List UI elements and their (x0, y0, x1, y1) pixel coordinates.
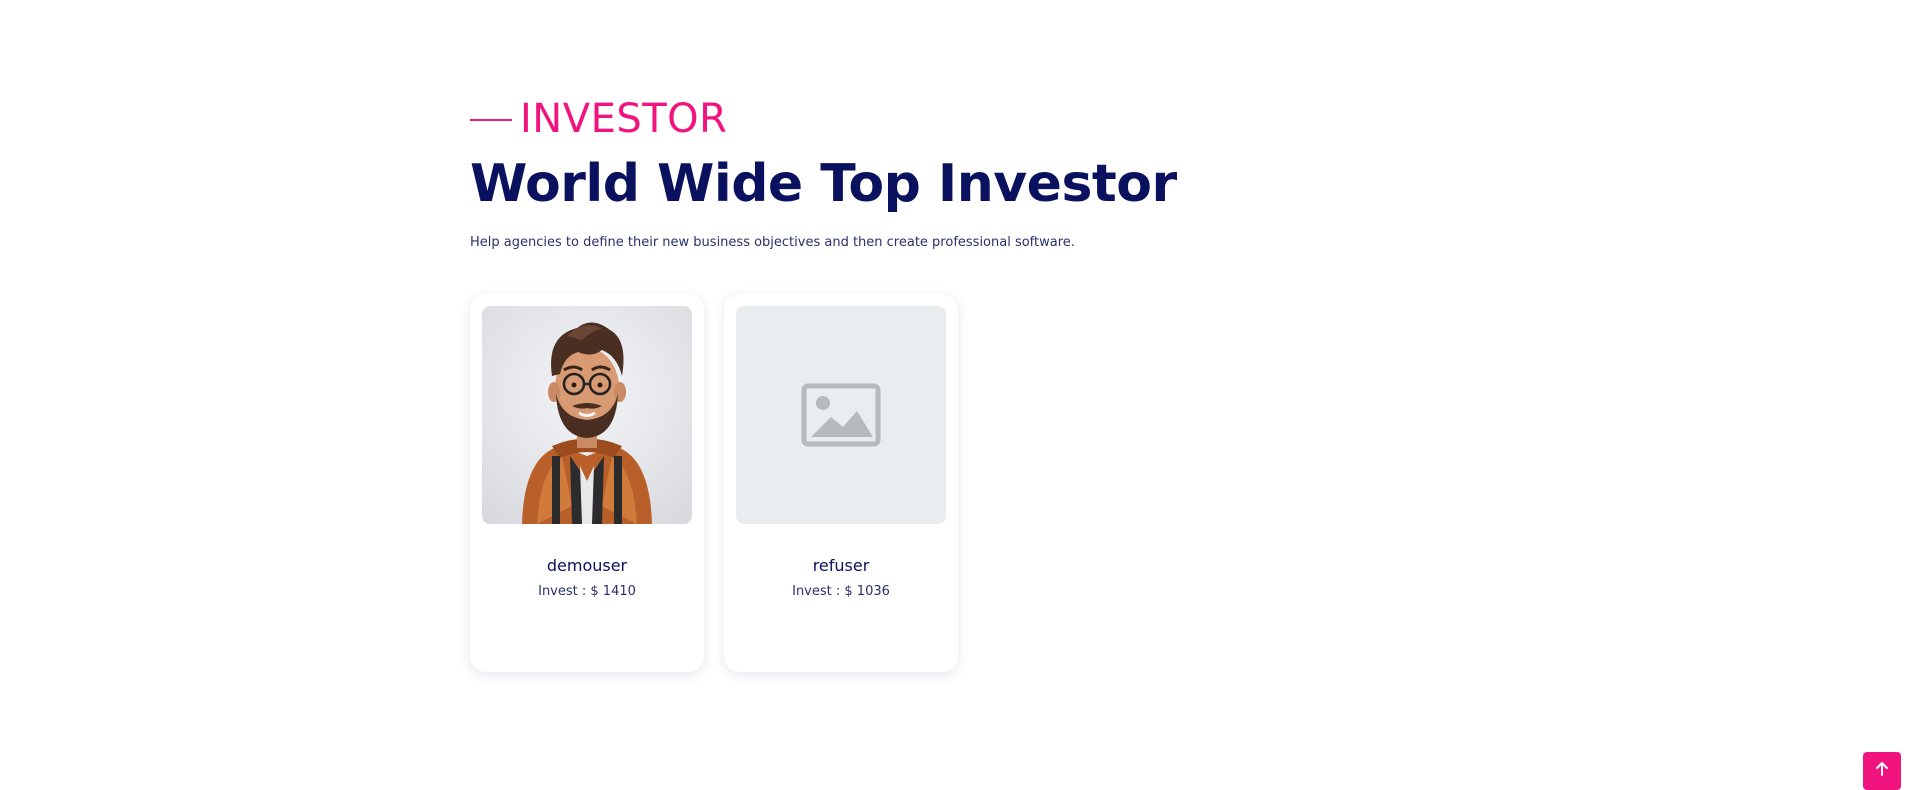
image-placeholder-icon (801, 383, 881, 447)
investor-image-placeholder (736, 306, 946, 524)
section-heading: World Wide Top Investor (470, 154, 1177, 214)
investor-avatar (482, 306, 692, 524)
investor-name[interactable]: demouser (470, 556, 704, 575)
investor-amount: Invest : $ 1410 (538, 584, 636, 599)
section-subtitle: Help agencies to define their new busine… (470, 235, 1075, 250)
eyebrow-line (470, 119, 512, 121)
investor-card[interactable]: refuser Invest : $ 1036 (724, 294, 958, 672)
scroll-to-top-button[interactable] (1863, 752, 1901, 790)
investor-amount: Invest : $ 1036 (792, 584, 890, 599)
section-eyebrow: INVESTOR (470, 95, 1470, 143)
avatar-illustration (522, 322, 652, 524)
investor-cards: demouser Invest : $ 1410 refuser Invest … (470, 294, 958, 672)
eyebrow-label: INVESTOR (520, 96, 728, 142)
investor-section: INVESTOR World Wide Top Investor Help ag… (470, 95, 1470, 250)
investor-name[interactable]: refuser (724, 556, 958, 575)
arrow-up-icon (1876, 762, 1888, 776)
investor-card[interactable]: demouser Invest : $ 1410 (470, 294, 704, 672)
